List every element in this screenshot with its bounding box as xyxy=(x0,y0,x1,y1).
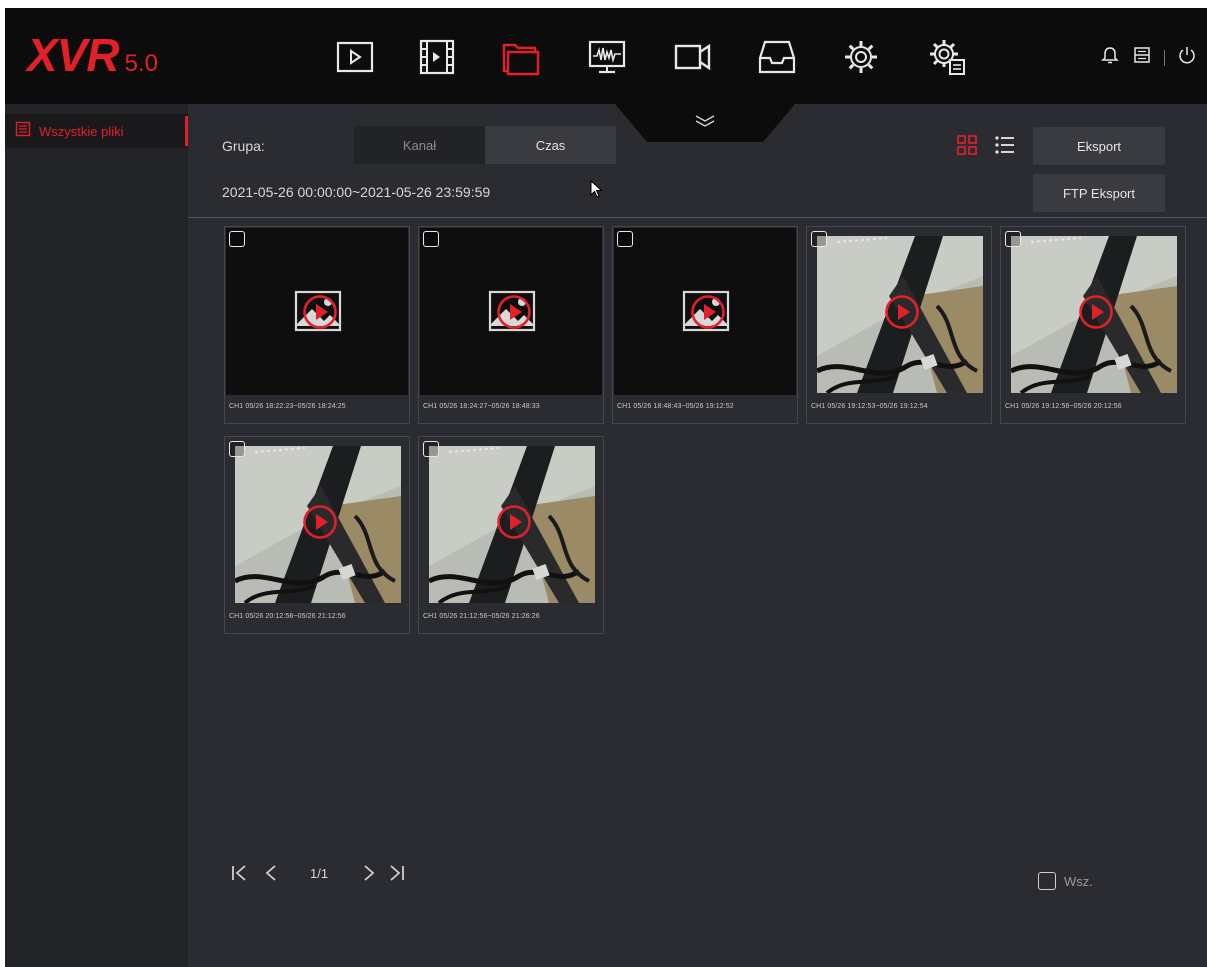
storage-icon[interactable] xyxy=(1132,45,1152,70)
file-list-icon xyxy=(15,121,31,142)
sidebar: Wszystkie pliki xyxy=(5,104,188,967)
play-icon[interactable] xyxy=(690,294,726,330)
camera-icon[interactable] xyxy=(671,35,715,79)
sidebar-item-all-files[interactable]: Wszystkie pliki xyxy=(5,114,188,148)
tab-czas[interactable]: Czas xyxy=(485,126,616,164)
page-indicator: 1/1 xyxy=(310,865,329,881)
thumbnail-preview[interactable] xyxy=(420,228,602,395)
power-icon[interactable] xyxy=(1177,45,1197,70)
file-caption: CH1 05/26 21:12:56~05/26 21:26:26 xyxy=(423,613,540,620)
play-icon[interactable] xyxy=(884,294,920,330)
file-caption: CH1 05/26 18:22:23~05/26 18:24:25 xyxy=(229,403,346,410)
time-range: 2021-05-26 00:00:00~2021-05-26 23:59:59 xyxy=(222,184,491,200)
file-thumbnail-card[interactable]: CH1 05/26 18:48:43~05/26 19:12:52 xyxy=(612,226,798,424)
bell-icon[interactable] xyxy=(1100,45,1120,70)
grid-view-icon[interactable] xyxy=(956,134,978,156)
select-all-label: Wsz. xyxy=(1064,873,1093,889)
thumbnail-preview[interactable] xyxy=(420,438,602,605)
file-thumbnail-card[interactable]: CH1 05/26 19:12:53~05/26 19:12:54 xyxy=(806,226,992,424)
collapse-toolbar-button[interactable] xyxy=(615,104,795,142)
last-page-icon[interactable] xyxy=(386,862,408,884)
file-select-checkbox[interactable] xyxy=(811,231,827,247)
header-divider xyxy=(188,217,1207,218)
file-browser-panel: Grupa: Kanał Czas 2021-05-26 00:00:00~20… xyxy=(188,104,1207,967)
select-all-checkbox[interactable]: Wsz. xyxy=(1038,872,1093,890)
file-select-checkbox[interactable] xyxy=(229,441,245,457)
system-tray xyxy=(1100,45,1197,70)
file-thumbnail-card[interactable]: CH1 05/26 21:12:56~05/26 21:26:26 xyxy=(418,436,604,634)
play-icon[interactable] xyxy=(302,294,338,330)
settings-gear-icon[interactable] xyxy=(839,35,883,79)
play-icon[interactable] xyxy=(496,294,532,330)
folder-icon[interactable] xyxy=(499,35,543,79)
file-thumbnail-card[interactable]: CH1 05/26 18:22:23~05/26 18:24:25 xyxy=(224,226,410,424)
logo-version: 5.0 xyxy=(124,50,158,77)
thumbnail-preview[interactable] xyxy=(808,228,990,395)
xvr-logo: XVR 5.0 xyxy=(27,28,158,88)
file-thumbnail-card[interactable]: CH1 05/26 18:24:27~05/26 18:48:33 xyxy=(418,226,604,424)
mouse-cursor-icon xyxy=(590,180,603,198)
file-select-checkbox[interactable] xyxy=(423,441,439,457)
group-segmented-control: Kanał Czas xyxy=(354,126,616,164)
pagination: 1/1 xyxy=(228,862,408,884)
play-icon[interactable] xyxy=(496,504,532,540)
storage-tray-icon[interactable] xyxy=(755,35,799,79)
file-caption: CH1 05/26 19:12:53~05/26 19:12:54 xyxy=(811,403,928,410)
prev-page-icon[interactable] xyxy=(260,862,282,884)
xvr-screen: XVR 5.0 Wszystkie pliki Grupa: Kanał Cza… xyxy=(5,8,1207,967)
thumbnail-preview[interactable] xyxy=(226,228,408,395)
file-select-checkbox[interactable] xyxy=(1005,231,1021,247)
file-thumbnail-card[interactable]: CH1 05/26 20:12:56~05/26 21:12:56 xyxy=(224,436,410,634)
video-clip-icon[interactable] xyxy=(415,35,459,79)
ftp-export-button[interactable]: FTP Eksport xyxy=(1033,174,1165,212)
tab-kanal[interactable]: Kanał xyxy=(354,126,485,164)
file-select-checkbox[interactable] xyxy=(229,231,245,247)
play-icon[interactable] xyxy=(1078,294,1114,330)
monitor-waveform-icon[interactable] xyxy=(585,35,629,79)
logo-brand: XVR xyxy=(27,29,120,81)
tray-separator xyxy=(1164,49,1165,66)
file-select-checkbox[interactable] xyxy=(617,231,633,247)
first-page-icon[interactable] xyxy=(228,862,250,884)
top-navigation-bar: XVR 5.0 xyxy=(5,8,1207,104)
file-caption: CH1 05/26 18:24:27~05/26 18:48:33 xyxy=(423,403,540,410)
export-button[interactable]: Eksport xyxy=(1033,127,1165,165)
sidebar-item-label: Wszystkie pliki xyxy=(39,123,124,139)
thumbnail-preview[interactable] xyxy=(1002,228,1184,395)
file-select-checkbox[interactable] xyxy=(423,231,439,247)
next-page-icon[interactable] xyxy=(358,862,380,884)
playback-icon[interactable] xyxy=(333,35,377,79)
thumbnail-preview[interactable] xyxy=(226,438,408,605)
play-icon[interactable] xyxy=(302,504,338,540)
advanced-settings-icon[interactable] xyxy=(925,35,969,79)
file-caption: CH1 05/26 19:12:56~05/26 20:12:56 xyxy=(1005,403,1122,410)
thumbnail-preview[interactable] xyxy=(614,228,796,395)
file-thumbnail-card[interactable]: CH1 05/26 19:12:56~05/26 20:12:56 xyxy=(1000,226,1186,424)
file-caption: CH1 05/26 20:12:56~05/26 21:12:56 xyxy=(229,613,346,620)
list-view-icon[interactable] xyxy=(994,134,1016,156)
group-label: Grupa: xyxy=(222,138,265,154)
select-all-box[interactable] xyxy=(1038,872,1056,890)
file-caption: CH1 05/26 18:48:43~05/26 19:12:52 xyxy=(617,403,734,410)
